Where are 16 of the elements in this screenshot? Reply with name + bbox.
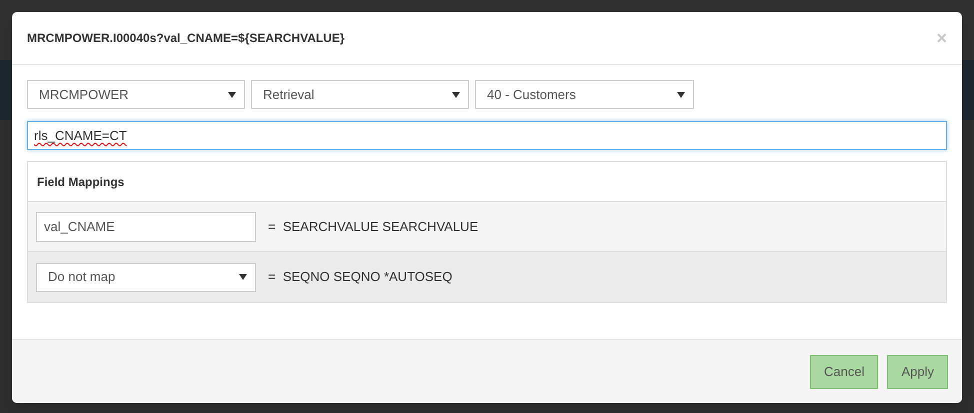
mapping-text: = SEQNO SEQNO *AUTOSEQ (268, 268, 452, 286)
mapping-text: = SEARCHVALUE SEARCHVALUE (268, 218, 478, 236)
caret-icon (452, 92, 460, 98)
caret-icon (228, 92, 236, 98)
select-field[interactable]: 40 - Customers (475, 80, 694, 109)
select-field[interactable]: MRCMPOWER (27, 80, 245, 109)
apply-button[interactable]: Apply (887, 354, 948, 388)
input-field[interactable]: val_CNAME (36, 212, 256, 242)
query-field[interactable]: rls_CNAME=CT (27, 121, 947, 150)
select-field[interactable]: Retrieval (251, 80, 469, 109)
panel-title: Field Mappings (37, 174, 124, 190)
dialog-title: MRCMPOWER.I00040s?val_CNAME=${SEARCHVALUE} (27, 30, 345, 47)
caret-icon (677, 92, 685, 98)
cancel-button[interactable]: Cancel (810, 354, 878, 388)
caret-icon (239, 274, 247, 280)
select-field[interactable]: Do not map (36, 262, 256, 292)
